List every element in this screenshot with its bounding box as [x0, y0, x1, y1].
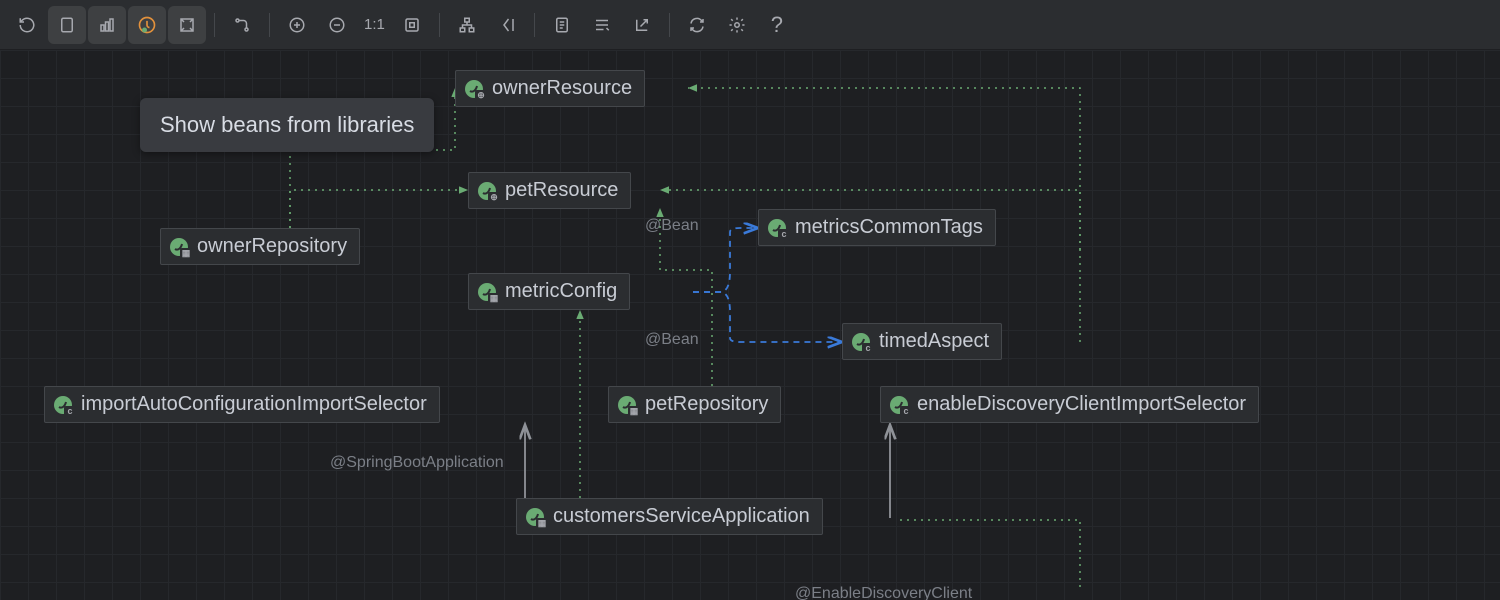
node-label: importAutoConfigurationImportSelector	[81, 393, 427, 416]
spring-bean-icon: ▦	[169, 237, 189, 257]
zoom-in-icon[interactable]	[278, 6, 316, 44]
node-ownerResource[interactable]: ⊕ ownerResource	[455, 70, 645, 107]
chart-view-icon[interactable]	[88, 6, 126, 44]
spring-component-icon: c	[889, 395, 909, 415]
node-metricsCommonTags[interactable]: c metricsCommonTags	[758, 209, 996, 246]
node-customersServiceApplication[interactable]: ▦ customersServiceApplication	[516, 498, 823, 535]
node-importAutoConfigurationImportSelector[interactable]: c importAutoConfigurationImportSelector	[44, 386, 440, 423]
toolbar: 1:1 ?	[0, 0, 1500, 50]
libraries-icon[interactable]	[128, 6, 166, 44]
toolbar-separator	[214, 13, 215, 37]
node-petRepository[interactable]: ▦ petRepository	[608, 386, 781, 423]
list-icon[interactable]	[583, 6, 621, 44]
spring-bean-icon: ▦	[525, 507, 545, 527]
node-label: petRepository	[645, 393, 768, 416]
spring-bean-icon: ⊕	[464, 79, 484, 99]
node-label: metricConfig	[505, 280, 617, 303]
fit-content-icon[interactable]	[393, 6, 431, 44]
toolbar-separator	[269, 13, 270, 37]
spring-component-icon: c	[767, 218, 787, 238]
tooltip: Show beans from libraries	[140, 98, 434, 152]
node-label: petResource	[505, 179, 618, 202]
toolbar-separator	[534, 13, 535, 37]
document-icon[interactable]	[543, 6, 581, 44]
spring-component-icon: c	[851, 332, 871, 352]
tooltip-text: Show beans from libraries	[160, 112, 414, 137]
spring-bean-icon: ▦	[617, 395, 637, 415]
node-label: metricsCommonTags	[795, 216, 983, 239]
frame-icon[interactable]	[168, 6, 206, 44]
export-icon[interactable]	[623, 6, 661, 44]
node-label: ownerResource	[492, 77, 632, 100]
annotation-enablediscoveryclient: @EnableDiscoveryClient	[795, 585, 972, 600]
collapse-icon[interactable]	[488, 6, 526, 44]
hierarchy-icon[interactable]	[448, 6, 486, 44]
toolbar-separator	[439, 13, 440, 37]
node-label: timedAspect	[879, 330, 989, 353]
annotation-springbootapplication: @SpringBootApplication	[330, 454, 504, 472]
node-label: customersServiceApplication	[553, 505, 810, 528]
spring-component-icon: c	[53, 395, 73, 415]
node-metricConfig[interactable]: ▦ metricConfig	[468, 273, 630, 310]
spring-bean-icon: ⊕	[477, 181, 497, 201]
node-petResource[interactable]: ⊕ petResource	[468, 172, 631, 209]
node-label: enableDiscoveryClientImportSelector	[917, 393, 1246, 416]
scale-label[interactable]: 1:1	[358, 16, 391, 33]
annotation-bean: @Bean	[645, 217, 699, 235]
sync-icon[interactable]	[678, 6, 716, 44]
spring-bean-icon: ▦	[477, 282, 497, 302]
annotation-bean: @Bean	[645, 331, 699, 349]
toolbar-separator	[669, 13, 670, 37]
diagram-canvas[interactable]: Show beans from libraries	[0, 50, 1500, 600]
node-ownerRepository[interactable]: ▦ ownerRepository	[160, 228, 360, 265]
node-label: ownerRepository	[197, 235, 347, 258]
help-icon[interactable]: ?	[758, 6, 796, 44]
gear-icon[interactable]	[718, 6, 756, 44]
node-timedAspect[interactable]: c timedAspect	[842, 323, 1002, 360]
node-enableDiscoveryClientImportSelector[interactable]: c enableDiscoveryClientImportSelector	[880, 386, 1259, 423]
zoom-out-icon[interactable]	[318, 6, 356, 44]
route-icon[interactable]	[223, 6, 261, 44]
refresh-icon[interactable]	[8, 6, 46, 44]
file-view-icon[interactable]	[48, 6, 86, 44]
